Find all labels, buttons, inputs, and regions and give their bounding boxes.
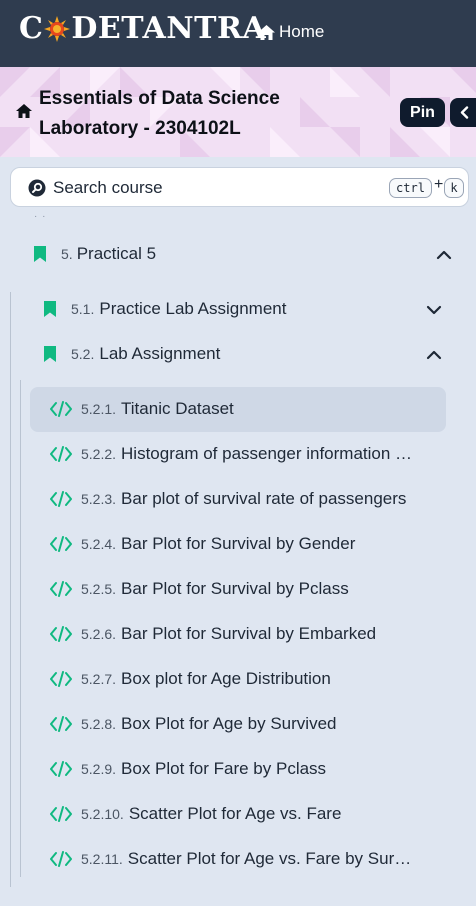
course-title: Essentials of Data Science Laboratory - … bbox=[39, 88, 280, 139]
lesson-label: Box plot for Age Distribution bbox=[121, 669, 331, 688]
logo-letter-c: C bbox=[19, 11, 44, 46]
shortcut-plus: + bbox=[434, 176, 444, 193]
lesson-number: 5.2.7. bbox=[81, 671, 117, 687]
bookmark-icon bbox=[44, 346, 56, 362]
lesson-text: 5.2.6. Bar Plot for Survival by Embarked bbox=[81, 624, 429, 644]
unit-practical-5[interactable]: 5. Practical 5 bbox=[34, 244, 156, 264]
lesson-label: Titanic Dataset bbox=[121, 399, 234, 418]
search-icon bbox=[28, 179, 46, 197]
tree-guide-line bbox=[20, 380, 21, 877]
sun-logo-icon bbox=[44, 16, 71, 42]
shortcut-ctrl-key: ctrl bbox=[389, 178, 432, 198]
lesson-number: 5.2.11. bbox=[81, 851, 123, 867]
pin-button[interactable]: Pin bbox=[400, 98, 445, 127]
lesson-label: Box Plot for Fare by Pclass bbox=[121, 759, 327, 778]
lesson-label: Scatter Plot for Age vs. Fare by Sur… bbox=[127, 849, 412, 868]
code-icon bbox=[50, 401, 72, 417]
lesson-number: 5.2.3. bbox=[81, 491, 117, 507]
code-icon bbox=[50, 446, 72, 462]
lesson-number: 5.2.8. bbox=[81, 716, 117, 732]
section-lab-assignment[interactable]: 5.2. Lab Assignment bbox=[44, 344, 220, 364]
lesson-text: 5.2.9. Box Plot for Fare by Pclass bbox=[81, 759, 429, 779]
code-icon bbox=[50, 491, 72, 507]
lesson-item[interactable]: 5.2.9. Box Plot for Fare by Pclass bbox=[30, 747, 446, 792]
lesson-text: 5.2.8. Box Plot for Age by Survived bbox=[81, 714, 429, 734]
lesson-text: 5.2.3. Bar plot of survival rate of passe… bbox=[81, 489, 429, 509]
scroll-overflow-indicator: · · bbox=[34, 211, 47, 222]
lesson-label: Bar Plot for Survival by Pclass bbox=[121, 579, 349, 598]
code-icon bbox=[50, 851, 72, 867]
home-link[interactable]: Home bbox=[258, 22, 324, 42]
section-practice-lab-assignment[interactable]: 5.1. Practice Lab Assignment bbox=[44, 299, 286, 319]
code-icon bbox=[50, 671, 72, 687]
lesson-label: Bar Plot for Survival by Gender bbox=[121, 534, 356, 553]
top-bar: C DETANTRA Home bbox=[0, 0, 476, 67]
lesson-text: 5.2.7. Box plot for Age Distribution bbox=[81, 669, 429, 689]
chevron-up-icon[interactable] bbox=[426, 347, 442, 363]
lesson-text: 5.2.11. Scatter Plot for Age vs. Fare by … bbox=[81, 849, 429, 869]
chevron-up-icon[interactable] bbox=[436, 247, 452, 263]
unit-label: Practical 5 bbox=[76, 244, 157, 263]
lesson-item[interactable]: 5.2.1. Titanic Dataset bbox=[30, 387, 446, 432]
lesson-text: 5.2.5. Bar Plot for Survival by Pclass bbox=[81, 579, 429, 599]
lesson-text: 5.2.10. Scatter Plot for Age vs. Fare bbox=[81, 804, 429, 824]
lesson-item[interactable]: 5.2.10. Scatter Plot for Age vs. Fare bbox=[30, 792, 446, 837]
bookmark-icon bbox=[34, 246, 46, 262]
lesson-label: Bar plot of survival rate of passengers bbox=[121, 489, 407, 508]
lesson-text: 5.2.4. Bar Plot for Survival by Gender bbox=[81, 534, 429, 554]
code-icon bbox=[50, 581, 72, 597]
chevron-left-icon bbox=[460, 106, 469, 119]
shortcut-k-key: k bbox=[444, 178, 464, 198]
lesson-label: Box Plot for Age by Survived bbox=[121, 714, 337, 733]
lesson-number: 5.2.2. bbox=[81, 446, 117, 462]
logo-letters: DETANTRA bbox=[71, 11, 267, 46]
search-course-box[interactable]: Search course ctrl + k bbox=[10, 167, 469, 207]
home-link-label: Home bbox=[279, 22, 325, 41]
lesson-number: 5.2.6. bbox=[81, 626, 117, 642]
lesson-item[interactable]: 5.2.11. Scatter Plot for Age vs. Fare by … bbox=[30, 837, 446, 882]
tree-guide-line bbox=[10, 292, 11, 887]
lesson-item[interactable]: 5.2.4. Bar Plot for Survival by Gender bbox=[30, 522, 446, 567]
home-icon bbox=[258, 24, 275, 40]
code-icon bbox=[50, 626, 72, 642]
lesson-label: Scatter Plot for Age vs. Fare bbox=[128, 804, 342, 823]
lesson-item[interactable]: 5.2.6. Bar Plot for Survival by Embarked bbox=[30, 612, 446, 657]
lesson-label: Histogram of passenger information … bbox=[121, 444, 413, 463]
search-input[interactable]: Search course bbox=[53, 178, 163, 198]
codetantra-logo[interactable]: C DETANTRA bbox=[19, 14, 266, 44]
lesson-item[interactable]: 5.2.2. Histogram of passenger information… bbox=[30, 432, 446, 477]
code-icon bbox=[50, 761, 72, 777]
lesson-number: 5.2.1. bbox=[81, 401, 117, 417]
lesson-number: 5.2.10. bbox=[81, 806, 124, 822]
chevron-down-icon[interactable] bbox=[426, 302, 442, 318]
lesson-item[interactable]: 5.2.5. Bar Plot for Survival by Pclass bbox=[30, 567, 446, 612]
lesson-text: 5.2.2. Histogram of passenger information… bbox=[81, 444, 429, 464]
code-icon bbox=[50, 716, 72, 732]
lesson-label: Bar Plot for Survival by Embarked bbox=[121, 624, 377, 643]
unit-number: 5. bbox=[61, 246, 73, 262]
course-home-icon[interactable] bbox=[16, 103, 32, 119]
lesson-item[interactable]: 5.2.3. Bar plot of survival rate of passe… bbox=[30, 477, 446, 522]
code-icon bbox=[50, 806, 72, 822]
bookmark-icon bbox=[44, 301, 56, 317]
lesson-item[interactable]: 5.2.8. Box Plot for Age by Survived bbox=[30, 702, 446, 747]
lesson-text: 5.2.1. Titanic Dataset bbox=[81, 399, 429, 419]
section-label: Lab Assignment bbox=[99, 344, 221, 363]
lesson-item[interactable]: 5.2.7. Box plot for Age Distribution bbox=[30, 657, 446, 702]
lesson-number: 5.2.9. bbox=[81, 761, 117, 777]
lesson-number: 5.2.4. bbox=[81, 536, 117, 552]
collapse-sidebar-button[interactable] bbox=[450, 98, 476, 127]
lesson-number: 5.2.5. bbox=[81, 581, 117, 597]
section-number: 5.2. bbox=[71, 346, 95, 362]
section-label: Practice Lab Assignment bbox=[99, 299, 287, 318]
section-number: 5.1. bbox=[71, 301, 95, 317]
code-icon bbox=[50, 536, 72, 552]
